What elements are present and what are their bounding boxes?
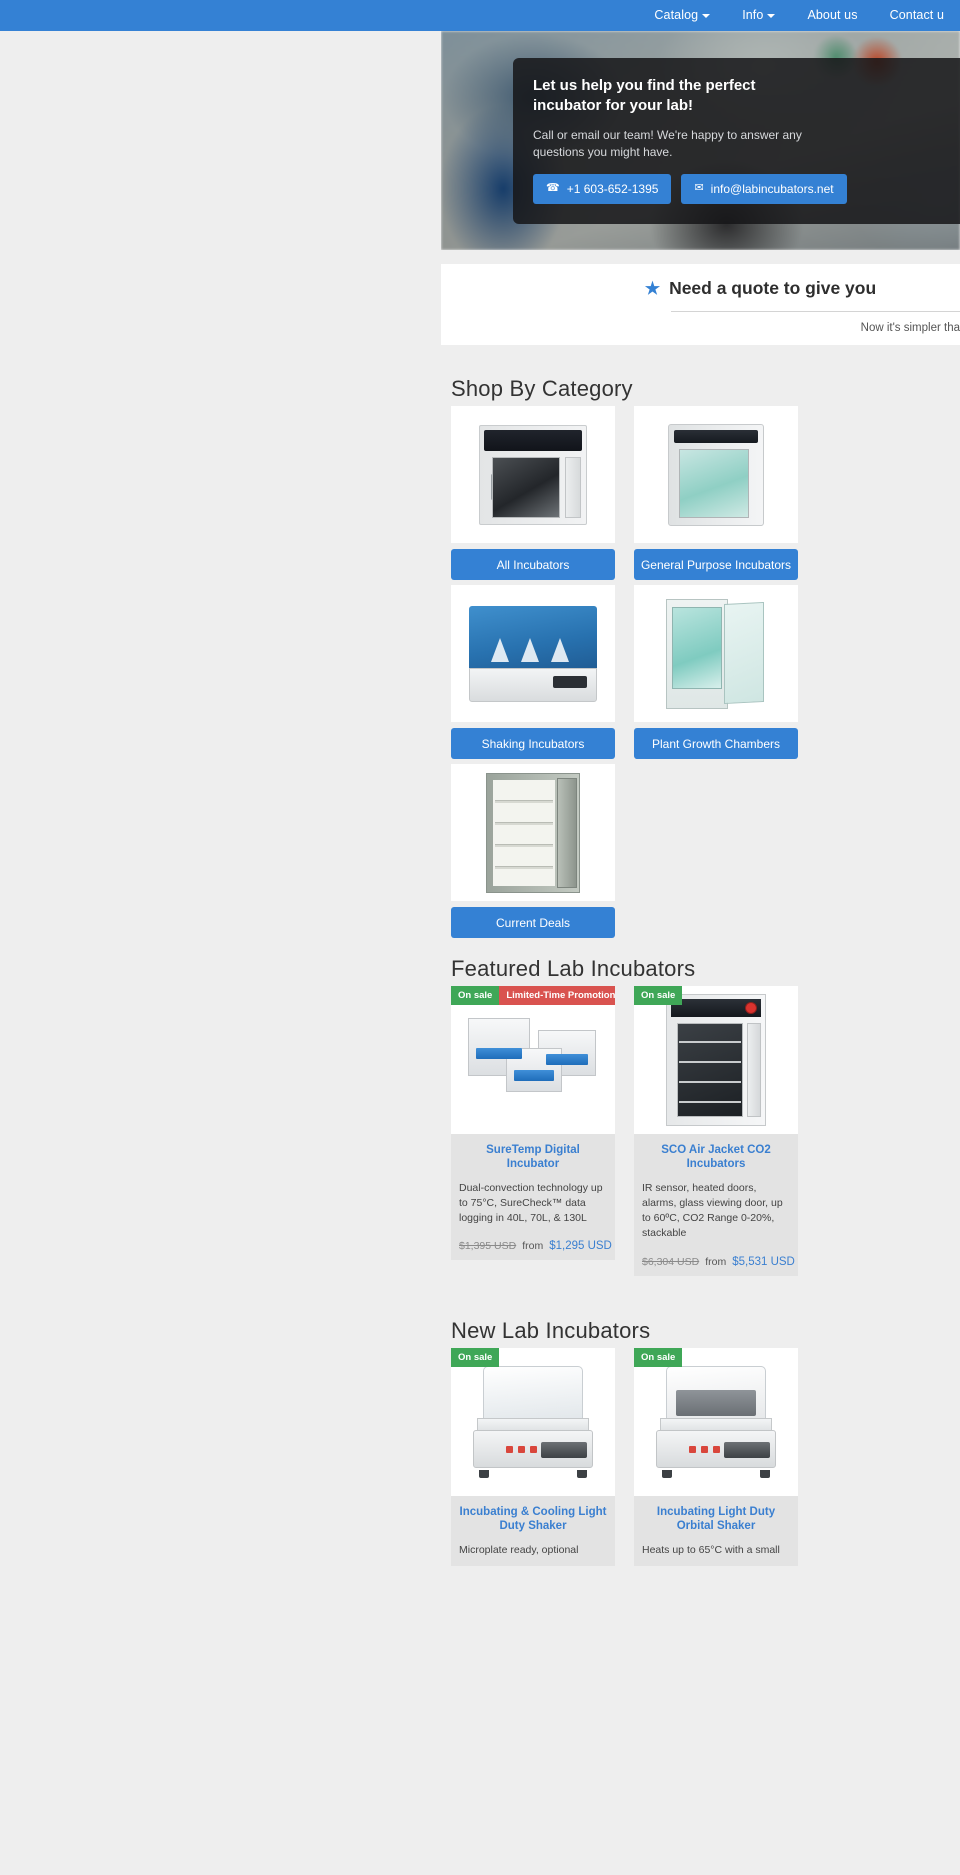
- product-card-incubating-orbital-shaker[interactable]: On sale Incubating Light Duty Orbital Sh…: [634, 1348, 798, 1566]
- nav-item-about-us[interactable]: About us: [791, 0, 873, 31]
- category-image-all-incubators: [451, 406, 615, 543]
- category-button-general-purpose-incubators[interactable]: General Purpose Incubators: [634, 549, 798, 580]
- status-badge-on-sale: On sale: [634, 986, 683, 1005]
- product-title-incubating-orbital-shaker[interactable]: Incubating Light Duty Orbital Shaker: [642, 1505, 790, 1534]
- nav-item-info-label: Info: [742, 8, 764, 22]
- product-description-suretemp: Dual-convection technology up to 75°C, S…: [459, 1181, 603, 1225]
- nav-item-catalog-label: Catalog: [654, 8, 699, 22]
- status-badge-on-sale: On sale: [451, 986, 500, 1005]
- product-title-suretemp[interactable]: SureTemp Digital Incubator: [459, 1143, 607, 1172]
- quote-subtext: Now it's simpler tha: [860, 322, 960, 334]
- product-badges-suretemp: On sale Limited-Time Promotion: [451, 986, 615, 1005]
- product-price-sco-co2: $6,304 USD from $5,531 USD: [642, 1255, 795, 1268]
- product-description-incubating-orbital-shaker: Heats up to 65°C with a small: [642, 1543, 780, 1556]
- current-deals-icon: [486, 772, 580, 893]
- product-title-incubating-cooling-shaker[interactable]: Incubating & Cooling Light Duty Shaker: [459, 1505, 607, 1534]
- quote-banner: ★ Need a quote to give you Now it's simp…: [441, 264, 960, 345]
- category-button-shaking-incubators[interactable]: Shaking Incubators: [451, 728, 615, 759]
- chevron-down-icon: [767, 13, 776, 18]
- divider: [671, 311, 960, 312]
- product-card-suretemp[interactable]: On sale Limited-Time Promotion SureTemp …: [451, 986, 615, 1261]
- incubator-oven-icon: [479, 424, 587, 525]
- product-card-sco-co2[interactable]: On sale SCO Air Jacket CO2 Incubators IR…: [634, 986, 798, 1276]
- nav-item-catalog[interactable]: Catalog: [638, 0, 726, 31]
- status-badge-on-sale: On sale: [451, 1348, 500, 1367]
- category-card-current-deals[interactable]: Current Deals: [451, 764, 615, 938]
- incubating-cooling-shaker-icon: [469, 1366, 597, 1478]
- suretemp-incubator-icon: [468, 1012, 598, 1108]
- category-image-current-deals: [451, 764, 615, 901]
- category-image-plant-growth-chambers: [634, 585, 798, 722]
- product-current-price: $5,531 USD: [732, 1255, 795, 1268]
- page-title-featured-lab-incubators: Featured Lab Incubators: [451, 956, 696, 981]
- star-icon: ★: [644, 278, 661, 298]
- phone-button[interactable]: ☎ +1 603-652-1395: [533, 173, 672, 204]
- product-body-sco-co2: SCO Air Jacket CO2 Incubators IR sensor,…: [634, 1134, 798, 1276]
- product-badges-incubating-cooling-shaker: On sale: [451, 1348, 500, 1367]
- product-body-incubating-cooling-shaker: Incubating & Cooling Light Duty Shaker M…: [451, 1496, 615, 1566]
- general-purpose-incubator-icon: [668, 423, 764, 526]
- sco-co2-incubator-icon: [666, 994, 766, 1126]
- product-badges-sco-co2: On sale: [634, 986, 683, 1005]
- product-image-incubating-cooling-shaker: On sale: [451, 1348, 615, 1496]
- top-navigation-bar: Catalog Info About us Contact u: [0, 0, 960, 31]
- product-card-incubating-cooling-shaker[interactable]: On sale Incubating & Cooling Light Duty …: [451, 1348, 615, 1566]
- category-button-current-deals[interactable]: Current Deals: [451, 907, 615, 938]
- product-image-suretemp: On sale Limited-Time Promotion: [451, 986, 615, 1134]
- category-image-general-purpose-incubators: [634, 406, 798, 543]
- product-badges-incubating-orbital-shaker: On sale: [634, 1348, 683, 1367]
- category-button-plant-growth-chambers[interactable]: Plant Growth Chambers: [634, 728, 798, 759]
- hero-contact-buttons: ☎ +1 603-652-1395 ✉ info@labincubators.n…: [533, 173, 960, 204]
- category-card-all-incubators[interactable]: All Incubators: [451, 406, 615, 580]
- product-old-price: $6,304 USD: [642, 1255, 700, 1268]
- hero-overlay-card: Let us help you find the perfect incubat…: [513, 58, 960, 224]
- incubating-orbital-shaker-icon: [652, 1366, 780, 1478]
- email-button[interactable]: ✉ info@labincubators.net: [681, 173, 847, 204]
- product-price-from-label: from: [705, 1255, 727, 1268]
- chevron-down-icon: [702, 13, 711, 18]
- category-card-general-purpose-incubators[interactable]: General Purpose Incubators: [634, 406, 798, 580]
- category-image-shaking-incubators: [451, 585, 615, 722]
- product-body-suretemp: SureTemp Digital Incubator Dual-convecti…: [451, 1134, 615, 1260]
- product-price-suretemp: $1,395 USD from $1,295 USD: [459, 1240, 612, 1253]
- hero-title: Let us help you find the perfect incubat…: [533, 77, 756, 115]
- product-description-sco-co2: IR sensor, heated doors, alarms, glass v…: [642, 1181, 783, 1240]
- product-price-from-label: from: [522, 1240, 544, 1253]
- phone-button-label: +1 603-652-1395: [566, 181, 659, 196]
- status-badge-on-sale: On sale: [634, 1348, 683, 1367]
- product-title-sco-co2[interactable]: SCO Air Jacket CO2 Incubators: [642, 1143, 790, 1172]
- hero-banner: Let us help you find the perfect incubat…: [441, 31, 960, 250]
- category-button-all-incubators[interactable]: All Incubators: [451, 549, 615, 580]
- page-title-shop-by-category: Shop By Category: [451, 376, 633, 401]
- page-title-new-lab-incubators: New Lab Incubators: [451, 1318, 651, 1343]
- product-current-price: $1,295 USD: [549, 1240, 612, 1253]
- product-image-sco-co2: On sale: [634, 986, 798, 1134]
- product-old-price: $1,395 USD: [459, 1240, 517, 1253]
- quote-heading: Need a quote to give you: [669, 278, 877, 298]
- shaking-incubator-icon: [469, 605, 597, 702]
- category-card-shaking-incubators[interactable]: Shaking Incubators: [451, 585, 615, 759]
- status-badge-promotion: Limited-Time Promotion: [499, 986, 615, 1005]
- envelope-icon: ✉: [694, 182, 704, 195]
- nav-item-contact-us[interactable]: Contact u: [874, 0, 960, 31]
- product-image-incubating-orbital-shaker: On sale: [634, 1348, 798, 1496]
- plant-growth-chamber-icon: [666, 598, 766, 709]
- product-body-incubating-orbital-shaker: Incubating Light Duty Orbital Shaker Hea…: [634, 1496, 798, 1566]
- email-button-label: info@labincubators.net: [710, 181, 834, 196]
- product-description-incubating-cooling-shaker: Microplate ready, optional: [459, 1543, 579, 1556]
- nav-items: Catalog Info About us Contact u: [638, 0, 960, 31]
- hero-subtitle: Call or email our team! We're happy to a…: [533, 127, 802, 159]
- phone-icon: ☎: [546, 182, 560, 195]
- page-root: Catalog Info About us Contact u Let us h…: [0, 0, 960, 1875]
- nav-item-info[interactable]: Info: [726, 0, 791, 31]
- quote-heading-row: ★ Need a quote to give you: [441, 278, 960, 299]
- category-card-plant-growth-chambers[interactable]: Plant Growth Chambers: [634, 585, 798, 759]
